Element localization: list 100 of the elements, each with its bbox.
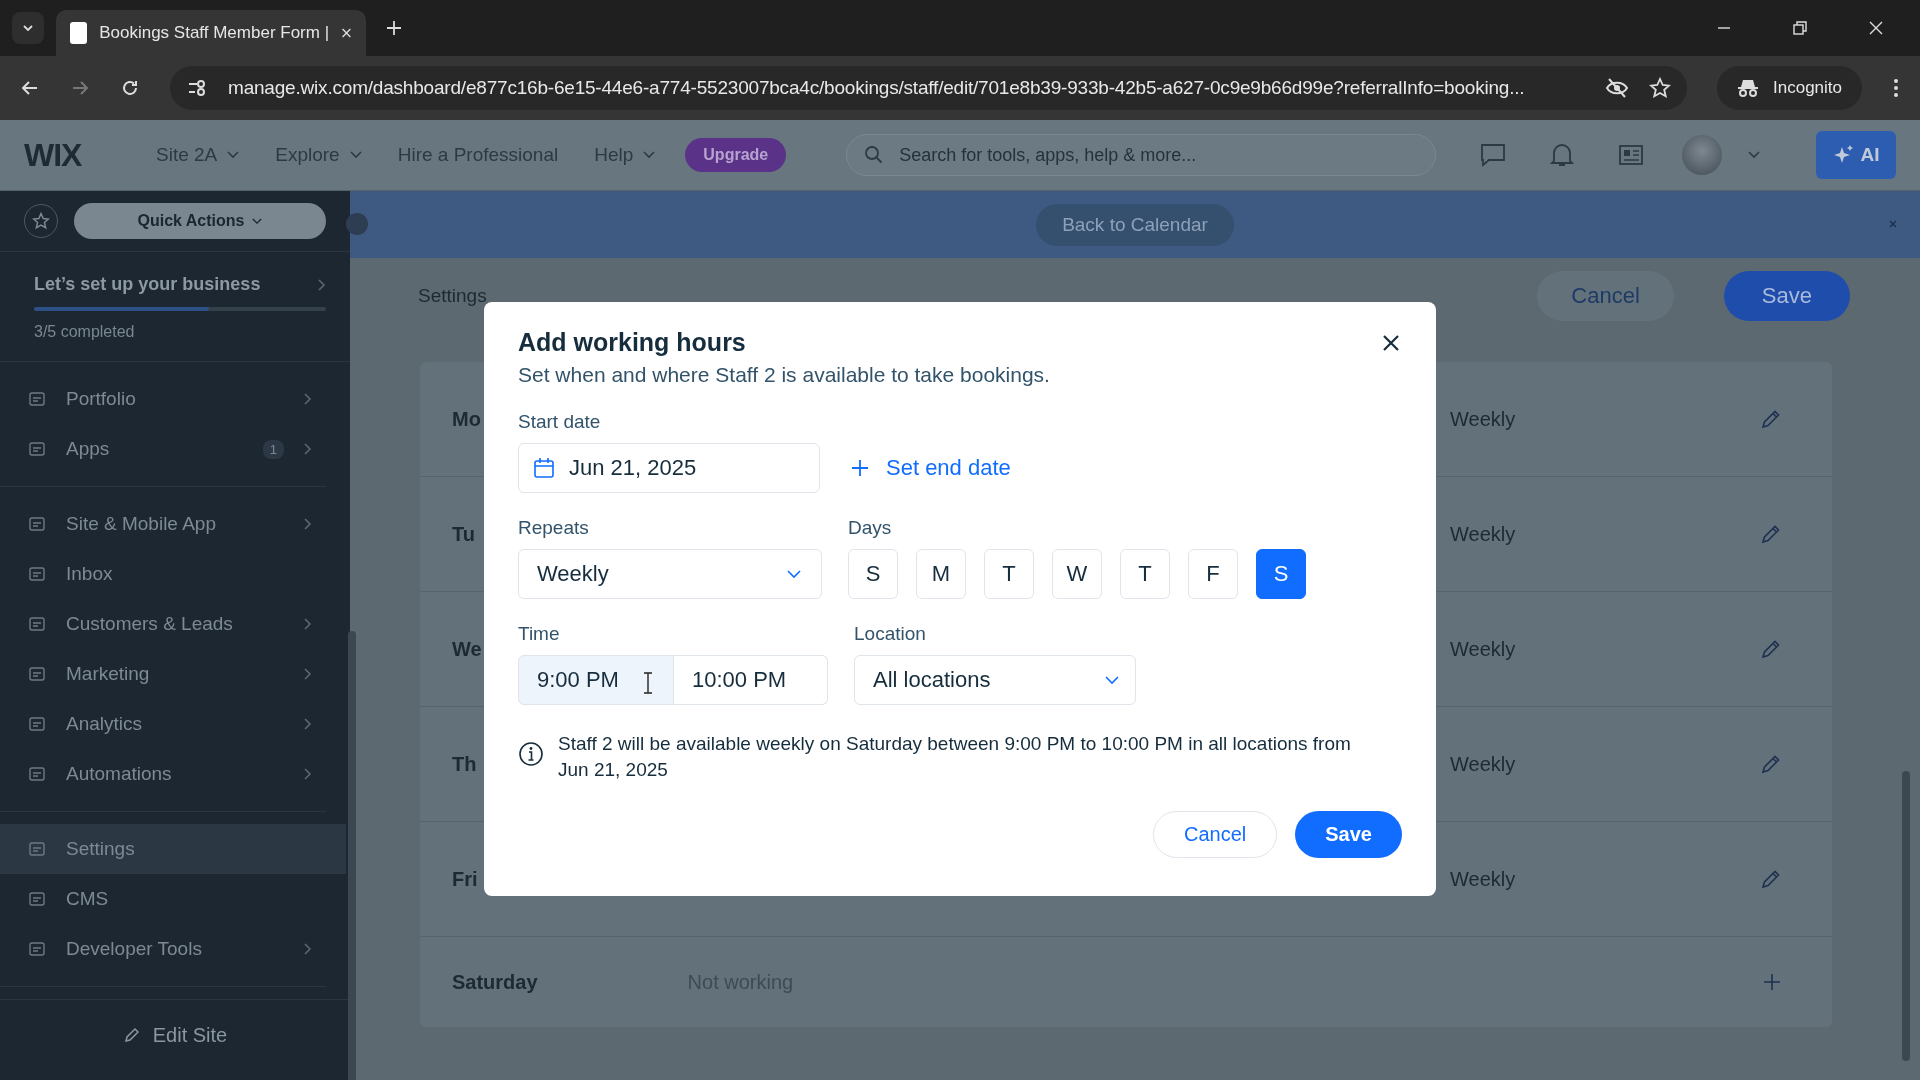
reload-icon[interactable] (120, 78, 140, 98)
chevron-right-icon[interactable] (318, 278, 326, 291)
day-toggle[interactable]: F (1188, 549, 1238, 599)
chevron-right-icon (304, 718, 312, 730)
repeat-text: Weekly (1450, 637, 1517, 661)
plus-icon[interactable] (1762, 972, 1782, 992)
pencil-icon[interactable] (1760, 868, 1782, 890)
avatar[interactable] (1682, 135, 1722, 175)
pencil-icon[interactable] (1760, 408, 1782, 430)
field-label: Repeats (518, 517, 590, 539)
top-menu-item[interactable]: Help (580, 144, 670, 166)
count-badge: 1 (262, 439, 284, 459)
sidebar-item[interactable]: Automations (0, 749, 326, 799)
sidebar-item[interactable]: CMS (0, 874, 326, 924)
close-icon[interactable] (1382, 333, 1400, 352)
date-field[interactable]: Jun 21, 2025 (518, 443, 820, 493)
chevron-right-icon (304, 443, 312, 455)
pencil-icon[interactable] (1760, 638, 1782, 660)
availability-summary: Staff 2 will be available weekly on Saturday between 9:00 PM to 10:00 PM in all locations from Jun 21, 2025 (558, 732, 1352, 782)
eye-slash-icon[interactable] (1605, 77, 1629, 99)
day-toggle[interactable]: S (848, 549, 898, 599)
more-icon[interactable] (1892, 77, 1900, 99)
chevron-right-icon (304, 768, 312, 780)
pencil-icon[interactable] (1760, 523, 1782, 545)
day-toggle[interactable]: W (1052, 549, 1102, 599)
tab-list-button[interactable] (12, 12, 44, 44)
day-toggle[interactable]: T (984, 549, 1034, 599)
day-label: We (452, 637, 482, 661)
breadcrumb-link[interactable]: Settings (418, 285, 487, 307)
chevron-right-icon (304, 518, 312, 530)
chevron-right-icon (304, 943, 312, 955)
chevron-down-icon (349, 151, 362, 159)
ai-button[interactable]: AI (1816, 131, 1896, 179)
day-label: Mo (452, 407, 481, 431)
sidebar-item[interactable]: Site & Mobile App (0, 499, 326, 549)
restore-icon[interactable] (1792, 20, 1808, 36)
day-label: Th (452, 752, 477, 776)
dialog-title: Add working hours (518, 328, 746, 357)
chevron-down-icon (1105, 675, 1119, 685)
search-icon (864, 145, 885, 165)
close-icon[interactable] (341, 26, 352, 40)
save-button[interactable]: Save (1295, 811, 1402, 858)
day-label: Tu (452, 522, 475, 546)
sidebar-item[interactable]: Inbox (0, 549, 326, 599)
back-to-calendar-button[interactable]: Back to Calendar (1036, 203, 1234, 246)
top-menu-item[interactable]: Hire a Professional (383, 144, 573, 166)
sidebar-item[interactable]: Customers & Leads (0, 599, 326, 649)
pencil-icon[interactable] (1760, 753, 1782, 775)
search-field[interactable]: Search for tools, apps, help & more... (846, 134, 1437, 176)
sidebar-item[interactable]: Apps 1 (0, 424, 326, 474)
plus-icon (850, 458, 870, 478)
save-button[interactable]: Save (1723, 271, 1850, 321)
text-cursor-icon (643, 672, 653, 694)
progress-text: 3/5 completed (34, 323, 136, 341)
day-toggle[interactable]: M (916, 549, 966, 599)
repeat-text: Weekly (1450, 867, 1517, 891)
chevron-right-icon (304, 618, 312, 630)
cancel-button[interactable]: Cancel (1153, 811, 1278, 858)
chat-icon[interactable] (1480, 143, 1506, 167)
chevron-down-icon (643, 151, 656, 159)
address-bar[interactable]: manage.wix.com/dashboard/e877c16b-6e15-44e6-a774-5523007bca4c/bookings/staff/edit/701e8b39-933b-42b5-a627-0c9e9b66d99e?referralInfo=booking... (170, 66, 1687, 110)
chevron-right-icon (304, 393, 312, 405)
browser-tab[interactable]: Bookings Staff Member Form | (56, 10, 366, 56)
new-tab-icon[interactable] (386, 20, 402, 36)
scrollbar[interactable] (1902, 771, 1910, 1061)
sidebar-item[interactable]: Settings (0, 824, 346, 874)
sidebar-item[interactable]: Portfolio (0, 374, 326, 424)
set-end-date-link[interactable]: Set end date (850, 443, 1011, 493)
url-text: manage.wix.com/dashboard/e877c16b-6e15-44e6-a774-5523007bca4c/bookings/staff/edit/701e8b39-933b-42b5-a627-0c9e9b66d99e?referralInfo=booking... (228, 77, 1526, 99)
top-menu-item[interactable]: Explore (261, 144, 376, 166)
setup-title[interactable]: Let’s set up your business (34, 274, 261, 295)
upgrade-button[interactable]: Upgrade (685, 138, 787, 172)
day-toggle[interactable]: T (1120, 549, 1170, 599)
sidebar-item[interactable]: Marketing (0, 649, 326, 699)
field-label: Days (848, 517, 893, 539)
bell-icon[interactable] (1550, 142, 1574, 168)
wix-logo[interactable]: WIX (24, 136, 134, 174)
day-label: Fri (452, 867, 478, 891)
field-label: Start date (518, 411, 602, 433)
incognito-button[interactable]: Incognito (1717, 66, 1862, 110)
repeats-dropdown[interactable]: Weekly (518, 549, 822, 599)
cancel-button[interactable]: Cancel (1537, 271, 1674, 321)
repeat-text: Weekly (1450, 522, 1517, 546)
day-toggle[interactable]: S (1256, 549, 1306, 599)
repeat-text: Weekly (1450, 407, 1517, 431)
site-settings-icon[interactable] (186, 77, 208, 99)
newspaper-icon[interactable] (1618, 144, 1644, 166)
start-time-field[interactable]: 9:00 PM (518, 655, 674, 705)
end-time-field[interactable]: 10:00 PM (674, 655, 828, 705)
pencil-icon (122, 1026, 141, 1044)
scrollbar[interactable] (348, 631, 356, 1080)
sidebar-item[interactable]: Developer Tools (0, 924, 326, 974)
sidebar-item[interactable]: Analytics (0, 699, 326, 749)
quick-actions-button[interactable]: Quick Actions (74, 203, 326, 239)
chevron-down-icon (787, 569, 801, 579)
dialog-subtitle: Set when and where Staff 2 is available to take bookings. (518, 363, 1051, 387)
top-menu-item[interactable]: Site 2A (142, 144, 254, 166)
chevron-down-icon[interactable] (1748, 151, 1760, 159)
star-icon[interactable] (1649, 77, 1671, 99)
location-dropdown[interactable]: All locations (854, 655, 1136, 705)
